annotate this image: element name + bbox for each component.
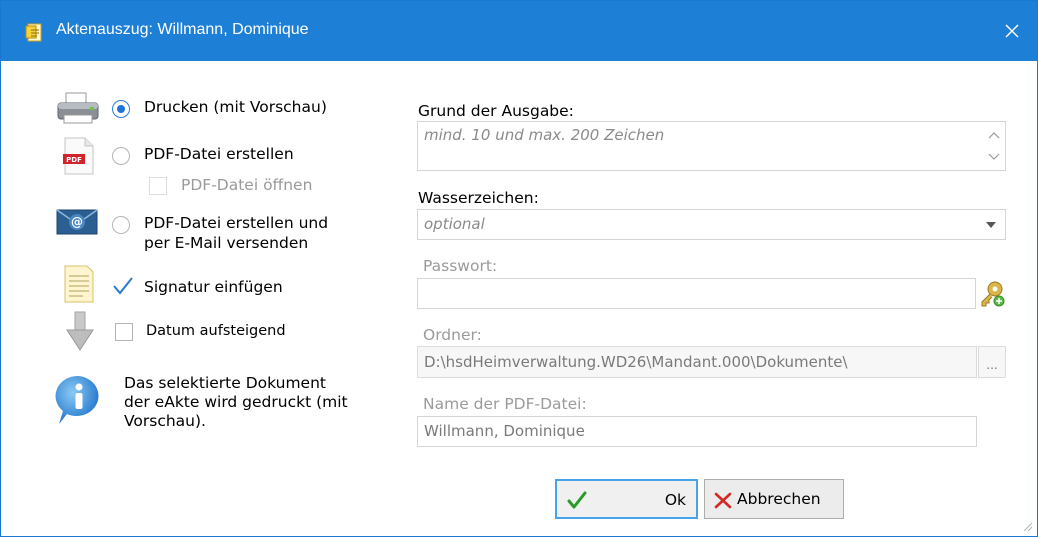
scroll-arrows-icon[interactable] [987,128,1001,164]
signature-icon [64,265,94,303]
cancel-label: Abbrechen [737,490,821,508]
print-radio[interactable] [112,100,130,118]
close-icon [1005,24,1019,38]
info-text-line1: Das selektierte Dokument [124,374,326,392]
browse-button[interactable]: ... [978,346,1006,378]
document-icon [25,23,42,42]
signature-checkmark-icon[interactable] [111,275,135,297]
pdf-open-label: PDF-Datei öffnen [181,176,313,194]
ok-label: Ok [664,491,686,509]
filename-value: Willmann, Dominique [424,422,585,440]
email-label-line2: per E-Mail versenden [144,234,309,252]
x-icon [714,492,732,509]
reason-placeholder: mind. 10 und max. 200 Zeichen [424,126,665,144]
svg-text:@: @ [71,215,83,229]
filename-input[interactable]: Willmann, Dominique [417,416,977,447]
folder-input[interactable]: D:\hsdHeimverwaltung.WD26\Mandant.000\Do… [417,346,977,378]
date-checkbox[interactable] [115,323,133,341]
pdf-icon-text: PDF [66,156,82,164]
window-title: Aktenauszug: Willmann, Dominique [56,21,309,38]
email-icon: @ [56,209,98,235]
reason-label: Grund der Ausgabe: [418,102,574,120]
title-bar[interactable]: Aktenauszug: Willmann, Dominique [1,1,1037,61]
dialog-window: Aktenauszug: Willmann, Dominique Drucken… [0,0,1038,537]
password-label: Passwort: [423,257,498,275]
date-label: Datum aufsteigend [146,323,286,339]
browse-label: ... [986,358,998,372]
info-text-line2: der eAkte wird gedruckt (mit [124,393,348,411]
print-label: Drucken (mit Vorschau) [144,98,327,116]
resize-grip-icon[interactable] [1021,520,1033,532]
reason-textarea[interactable]: mind. 10 und max. 200 Zeichen [417,121,1006,171]
password-input[interactable] [417,278,976,309]
pdf-radio[interactable] [112,147,130,165]
email-label-line1: PDF-Datei erstellen und [144,214,329,232]
folder-value: D:\hsdHeimverwaltung.WD26\Mandant.000\Do… [424,353,848,371]
info-text-line3: Vorschau). [124,412,206,430]
info-icon [55,375,99,424]
filename-label: Name der PDF-Datei: [423,395,587,413]
pdf-open-checkbox[interactable] [149,177,167,195]
watermark-label: Wasserzeichen: [418,189,539,207]
cancel-button[interactable]: Abbrechen [704,479,844,519]
check-icon [567,491,587,509]
watermark-placeholder: optional [424,215,485,233]
close-button[interactable] [987,1,1037,61]
pdf-label: PDF-Datei erstellen [144,145,294,163]
sort-down-icon [66,311,94,351]
pdf-icon: PDF [63,137,94,175]
email-radio[interactable] [112,216,130,234]
key-icon[interactable] [978,280,1006,308]
ok-button[interactable]: Ok [555,479,698,519]
printer-icon [57,92,99,124]
folder-label: Ordner: [423,326,482,344]
signature-label: Signatur einfügen [144,278,283,296]
watermark-select[interactable]: optional [417,209,1006,240]
chevron-down-icon[interactable] [985,221,997,229]
